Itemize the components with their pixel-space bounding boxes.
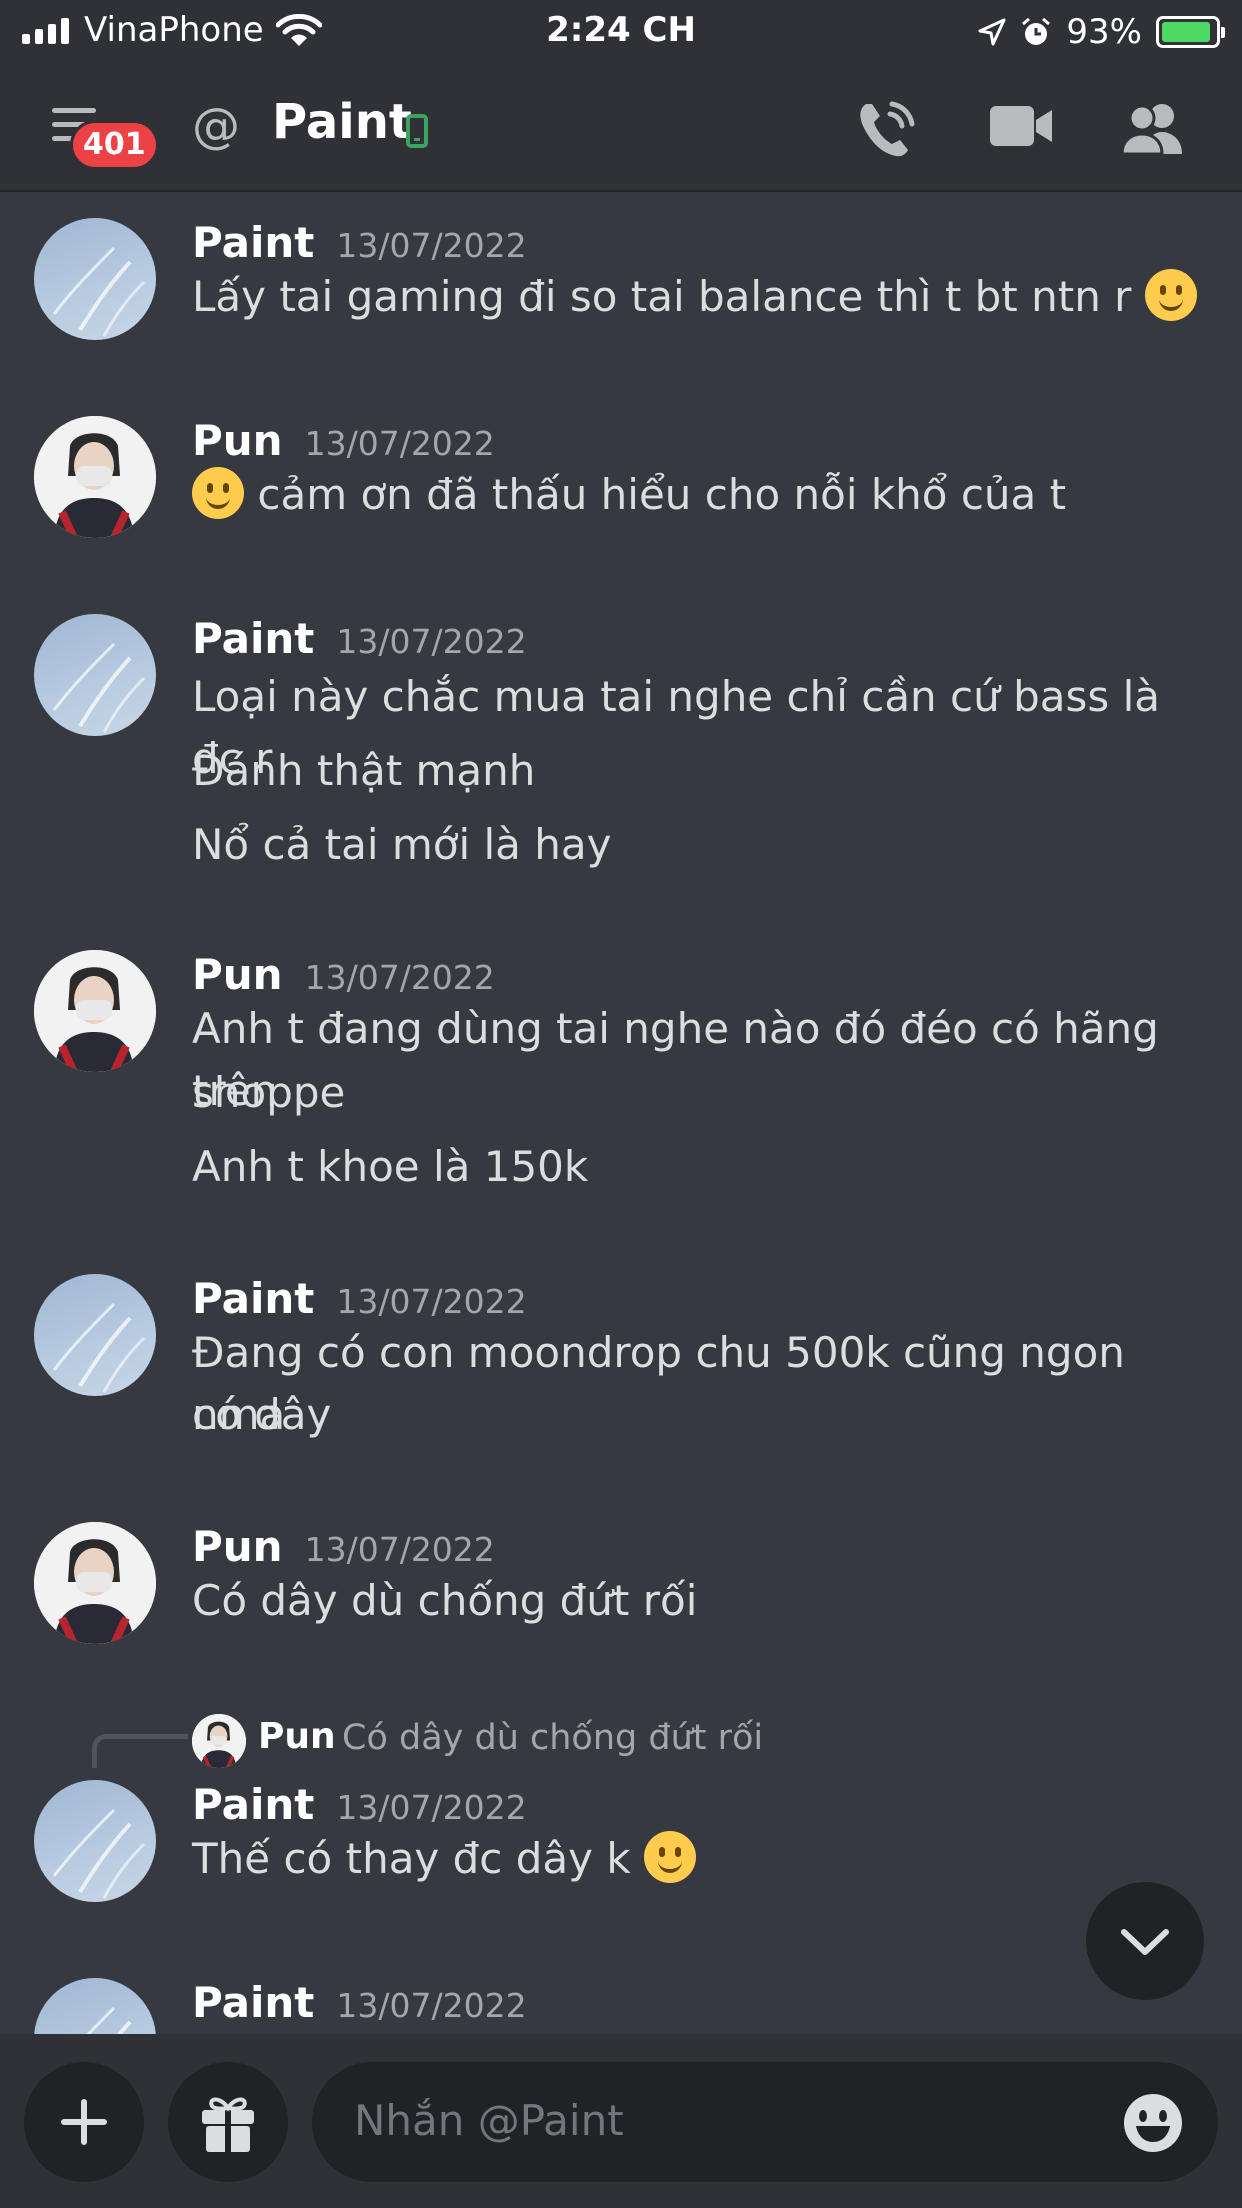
message-timestamp: 13/07/2022 [336, 226, 527, 265]
message-placeholder: Nhắn @Paint [354, 2096, 624, 2145]
message-text: cảm ơn đã thấu hiểu cho nỗi khổ của t [257, 470, 1067, 519]
message-timestamp: 13/07/2022 [336, 1986, 527, 2025]
author-name[interactable]: Pun [192, 950, 283, 999]
message-timestamp: 13/07/2022 [304, 1530, 495, 1569]
mobile-online-icon [406, 114, 428, 148]
message-input[interactable]: Nhắn @Paint [312, 2062, 1218, 2182]
top-bar: VinaPhone 2:24 CH 93% 401 @ Paint [0, 0, 1242, 192]
battery-icon [1156, 16, 1225, 48]
message-text: Anh t khoe là 150k [192, 1142, 589, 1191]
reply-avatar [192, 1714, 246, 1768]
avatar[interactable] [34, 950, 156, 1072]
avatar[interactable] [34, 1522, 156, 1644]
author-name[interactable]: Pun [192, 1522, 283, 1571]
author-name[interactable]: Paint [192, 218, 314, 267]
message-text: Đánh thật mạnh [192, 746, 536, 795]
message-text: Có dây dù chống đứt rối [192, 1576, 698, 1625]
slightly-smiling-face-icon [1144, 269, 1197, 321]
avatar[interactable] [34, 1274, 156, 1396]
message-text: Lấy tai gaming đi so tai balance thì t b… [192, 272, 1132, 321]
video-call-icon[interactable] [990, 104, 1052, 148]
status-bar: VinaPhone 2:24 CH 93% [0, 0, 1242, 62]
avatar[interactable] [34, 416, 156, 538]
gift-button[interactable] [168, 2062, 288, 2182]
message-text: Nổ cả tai mới là hay [192, 820, 612, 869]
slightly-smiling-face-icon [192, 467, 244, 519]
message-timestamp: 13/07/2022 [336, 622, 527, 661]
jump-to-bottom-button[interactable] [1086, 1882, 1204, 2000]
author-name[interactable]: Paint [192, 1978, 314, 2027]
avatar[interactable] [34, 1780, 156, 1902]
alarm-icon [1022, 17, 1051, 45]
message-timestamp: 13/07/2022 [336, 1282, 527, 1321]
dm-screen: VinaPhone 2:24 CH 93% 401 @ Paint Paint … [0, 0, 1242, 2208]
members-icon[interactable] [1120, 100, 1184, 156]
add-attachment-button[interactable] [24, 2062, 144, 2182]
unread-badge: 401 [70, 120, 159, 170]
at-icon: @ [192, 98, 240, 154]
avatar[interactable] [34, 218, 156, 340]
composer-bar: Nhắn @Paint [0, 2034, 1242, 2208]
slightly-smiling-face-icon [644, 1831, 697, 1883]
author-name[interactable]: Paint [192, 1780, 314, 1829]
battery-percent: 93% [1066, 12, 1142, 52]
voice-call-icon[interactable] [856, 100, 918, 158]
reply-author[interactable]: Pun [258, 1716, 336, 1757]
chevron-down-icon [1121, 1929, 1169, 1955]
message-timestamp: 13/07/2022 [304, 424, 495, 463]
page-title[interactable]: Paint [272, 94, 412, 150]
plus-icon [61, 2099, 107, 2145]
author-name[interactable]: Paint [192, 614, 314, 663]
message-timestamp: 13/07/2022 [336, 1788, 527, 1827]
message-timestamp: 13/07/2022 [304, 958, 495, 997]
author-name[interactable]: Paint [192, 1274, 314, 1323]
avatar[interactable] [34, 614, 156, 736]
location-icon [978, 18, 1006, 46]
reply-preview[interactable]: Có dây dù chống đứt rối [342, 1718, 763, 1758]
gift-icon [202, 2097, 254, 2152]
channel-header: 401 @ Paint [0, 62, 1242, 190]
avatar[interactable] [34, 1978, 156, 2034]
message-text: shoppe [192, 1068, 346, 1117]
message-text: có dây [192, 1390, 332, 1439]
emoji-icon[interactable] [1122, 2092, 1184, 2154]
author-name[interactable]: Pun [192, 416, 283, 465]
reply-connector [92, 1734, 188, 1768]
message-text: Thế có thay đc dây k [192, 1834, 631, 1883]
message-list[interactable]: Paint 13/07/2022 Lấy tai gaming đi so tai… [0, 192, 1242, 2034]
